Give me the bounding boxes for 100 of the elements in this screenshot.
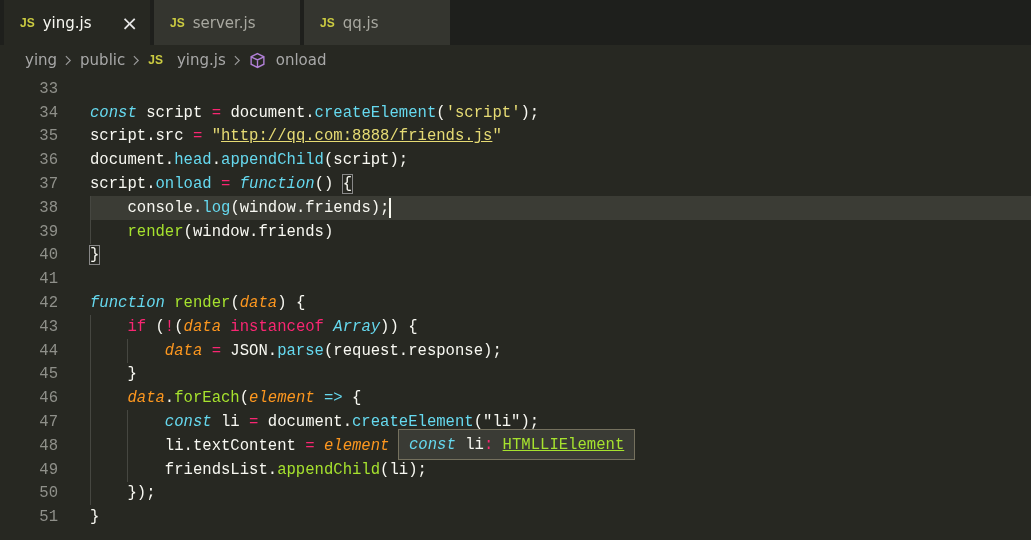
code-token: });: [127, 484, 156, 503]
code-token: http://qq.com:8888/friends.js: [221, 127, 493, 146]
code-token: forEach: [174, 389, 240, 408]
breadcrumb-item[interactable]: ying.js: [176, 51, 226, 69]
code-token: head: [174, 151, 212, 170]
code-token: data: [239, 294, 278, 313]
chevron-icon: [133, 54, 141, 66]
line-number: 42: [38, 294, 58, 313]
line-number: 49: [38, 460, 58, 479]
code-token: instanceof: [229, 317, 324, 336]
chevron-icon: [65, 54, 73, 66]
line-number: 51: [38, 508, 58, 527]
code-token: (: [174, 317, 184, 336]
code-token: script: [145, 103, 203, 122]
breadcrumb-item[interactable]: public: [80, 51, 126, 69]
line-number: 48: [38, 436, 58, 455]
code-token: =: [220, 175, 231, 194]
editor-tab[interactable]: JS qq.js: [304, 0, 450, 45]
editor-tab[interactable]: JS server.js: [154, 0, 300, 45]
code-token: onload: [155, 175, 212, 194]
breadcrumb-item[interactable]: onload: [275, 51, 327, 69]
line-number: 37: [38, 175, 58, 194]
line-number: 47: [38, 413, 58, 432]
code-token: script.: [90, 175, 156, 194]
code-token: data: [183, 317, 221, 336]
code-token: element: [322, 436, 390, 455]
line-number: 33: [38, 79, 58, 98]
code-token: (: [239, 389, 250, 408]
line-number: 43: [38, 317, 58, 336]
code-token: ": [492, 127, 502, 146]
code-token: render: [127, 222, 184, 241]
code-token: render: [173, 294, 231, 313]
code-token: (: [230, 294, 240, 313]
line-number: 36: [38, 151, 58, 170]
code-token: =>: [322, 389, 343, 408]
code-token: appendChild: [221, 151, 324, 170]
js-file-icon: JS: [20, 15, 35, 30]
line-number: 40: [38, 246, 58, 265]
line-number: 46: [38, 389, 58, 408]
code-token: 'script': [445, 103, 521, 122]
code-token: (request.response);: [323, 341, 502, 360]
code-token: friendsList.: [164, 460, 278, 479]
line-number: 39: [38, 222, 58, 241]
code-token: document.: [90, 151, 175, 170]
code-token: log: [202, 198, 231, 217]
code-token: (): [314, 175, 335, 194]
code-token: document.: [229, 103, 315, 122]
code-token: }: [90, 508, 100, 527]
code-token: =: [304, 436, 315, 455]
code-token: script.src: [90, 127, 184, 146]
editor-tab[interactable]: JS ying.js ×: [4, 0, 150, 45]
code-token: data: [164, 341, 203, 360]
line-number: 45: [38, 365, 58, 384]
code-token: (script);: [323, 151, 409, 170]
code-token: (window.friends);: [230, 198, 390, 217]
tab-label: qq.js: [342, 13, 380, 32]
line-number: 34: [38, 103, 58, 122]
line-number: 41: [38, 270, 58, 289]
code-token: parse: [277, 341, 324, 360]
code-token: (: [154, 317, 165, 336]
code-token: {: [342, 175, 353, 194]
code-token: }: [90, 246, 100, 265]
close-icon[interactable]: ×: [121, 10, 138, 35]
code-token: createElement: [314, 103, 437, 122]
js-file-icon: JS: [148, 53, 163, 67]
code-token: Array: [331, 317, 381, 336]
code-token: {: [351, 389, 362, 408]
code-token: appendChild: [277, 460, 381, 479]
code-token: =: [248, 413, 259, 432]
chevron-icon: [233, 54, 241, 66]
code-token: if: [127, 317, 147, 336]
cube-icon: [248, 51, 266, 69]
code-token: (li);: [380, 460, 427, 479]
line-number: 35: [38, 127, 58, 146]
code-token: (window.friends): [183, 222, 334, 241]
code-token: (: [436, 103, 446, 122]
code-token: .: [164, 389, 175, 408]
code-token: );: [520, 103, 540, 122]
code-token: !: [164, 317, 175, 336]
code-token: console.: [127, 198, 203, 217]
code-token: =: [191, 127, 203, 146]
code-token: .: [211, 151, 222, 170]
code-token: data: [127, 389, 165, 408]
js-file-icon: JS: [320, 15, 335, 30]
code-token: element: [249, 389, 315, 408]
js-file-icon: JS: [170, 15, 185, 30]
tab-label: server.js: [192, 13, 257, 32]
type-tooltip: const li: HTMLLIElement: [398, 428, 636, 460]
code-token: =: [210, 341, 221, 360]
line-number: 44: [38, 341, 58, 360]
line-number: 50: [38, 484, 58, 503]
tab-label: ying.js: [42, 13, 93, 32]
code-token: const: [90, 103, 137, 122]
breadcrumb-item[interactable]: ying: [25, 51, 58, 69]
code-token: JSON.: [229, 341, 278, 360]
text-cursor: [389, 197, 392, 218]
code-token: )) {: [380, 317, 418, 336]
code-token: li: [220, 413, 240, 432]
code-token: =: [210, 103, 222, 122]
code-token: li.textContent: [164, 436, 296, 455]
